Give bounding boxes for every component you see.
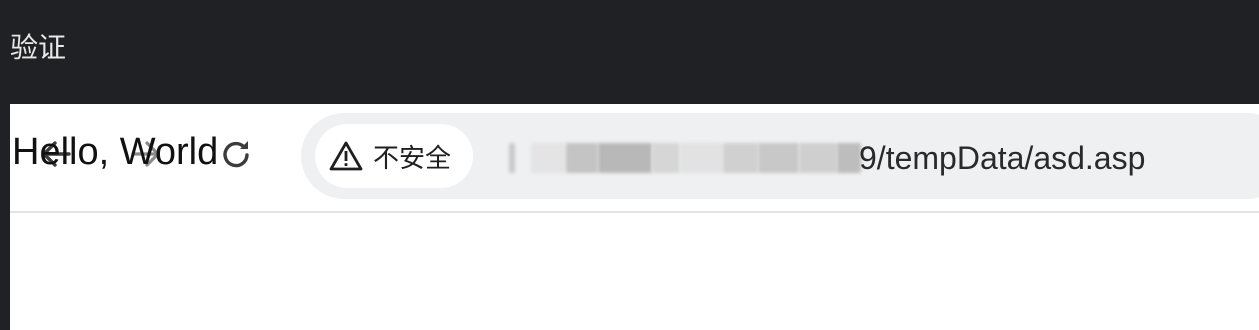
page-content [10,213,1259,330]
url-text: 9/tempData/asd.asp [859,140,1146,176]
top-bar: 验证 [0,0,1259,104]
reload-icon [223,141,249,168]
reload-button[interactable] [212,130,260,178]
warning-triangle-icon [329,141,363,171]
url-host-redacted [499,135,861,181]
security-label: 不安全 [373,143,452,174]
page-heading: 验证 [10,31,67,64]
address-bar[interactable]: 不安全 9/tempData/asd.asp [301,113,1259,199]
page-body-text: Hello, World [12,131,219,173]
security-indicator[interactable]: 不安全 [315,124,473,188]
